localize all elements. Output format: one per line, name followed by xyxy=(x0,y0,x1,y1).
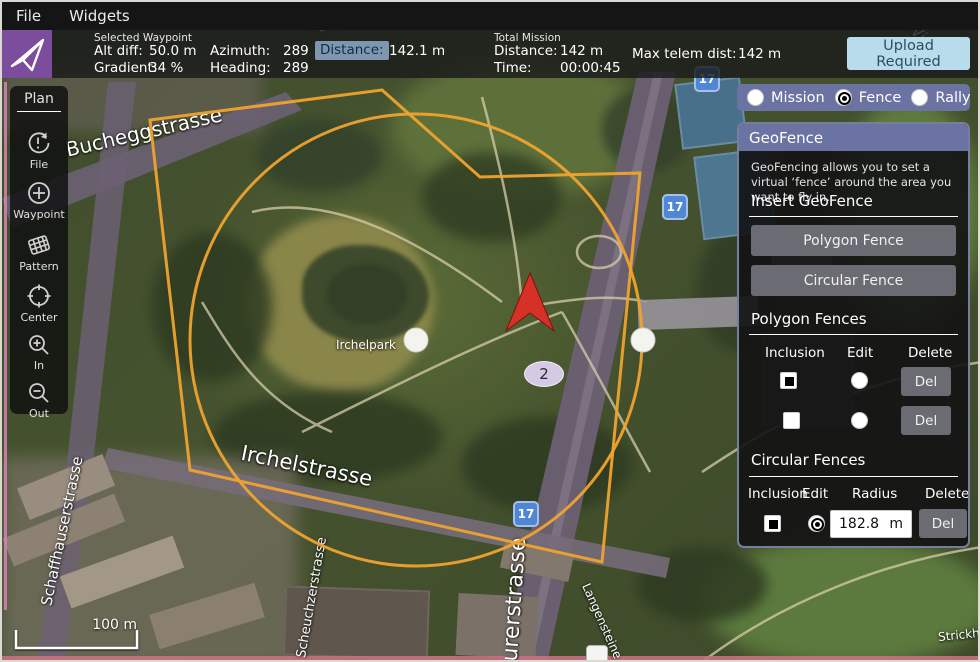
polygon-row1-edit-radio[interactable] xyxy=(851,372,868,389)
circular-radius-field: m xyxy=(830,510,912,538)
zoom-out-icon xyxy=(26,380,52,406)
mode-label: Mission xyxy=(771,90,825,106)
sidebar-item-label: Pattern xyxy=(10,260,68,273)
menu-widgets[interactable]: Widgets xyxy=(55,2,144,30)
menu-bar: File Widgets xyxy=(2,2,980,30)
azimuth-value: 289 xyxy=(283,43,309,59)
alt-diff-label: Alt diff: xyxy=(94,43,143,59)
circular-col-edit: Edit xyxy=(802,486,828,502)
circular-row-inclusion-checkbox[interactable] xyxy=(764,515,781,532)
heading-value: 289 xyxy=(283,60,309,76)
max-telem-value: 142 m xyxy=(738,46,781,62)
paper-plane-icon xyxy=(6,33,48,75)
divider xyxy=(749,334,958,335)
max-telem-label: Max telem dist: xyxy=(632,46,737,62)
polygon-row1-delete-button[interactable]: Del xyxy=(901,367,951,396)
plan-toolbar: Selected Waypoint Alt diff: 50.0 m Gradi… xyxy=(2,30,980,78)
sidebar-item-pattern[interactable]: Pattern xyxy=(10,231,68,273)
circular-col-delete: Delete xyxy=(925,486,969,502)
radius-input[interactable] xyxy=(831,515,883,533)
divider xyxy=(749,216,958,217)
circle-center-handle[interactable] xyxy=(404,328,428,352)
heading-label: Heading: xyxy=(210,60,271,76)
sidebar-item-label: Center xyxy=(10,311,68,324)
mode-label: Rally xyxy=(935,90,970,106)
geofence-panel-title: GeoFence xyxy=(739,124,968,151)
circular-col-inclusion: Inclusion xyxy=(748,486,808,502)
azimuth-label: Azimuth: xyxy=(210,43,270,59)
sidebar-item-label: Out xyxy=(10,407,68,420)
divider xyxy=(749,476,958,477)
sidebar-item-center[interactable]: Center xyxy=(10,282,68,324)
mode-label: Fence xyxy=(859,90,902,106)
insert-geofence-title: Insert GeoFence xyxy=(751,192,873,210)
vehicle-arrow xyxy=(506,273,554,331)
sidebar-item-file[interactable]: File xyxy=(10,129,68,171)
zoom-in-icon xyxy=(26,332,52,358)
sidebar-title: Plan xyxy=(17,86,61,112)
sidebar-item-zoom-in[interactable]: In xyxy=(10,332,68,372)
circular-fence-button[interactable]: Circular Fence xyxy=(751,265,956,296)
radio-mission[interactable] xyxy=(747,89,764,106)
mission-distance-label: Distance: xyxy=(494,43,558,59)
polygon-row1-inclusion-checkbox[interactable] xyxy=(780,372,797,389)
sync-icon xyxy=(25,129,53,157)
distance-value: 142.1 m xyxy=(389,43,445,59)
alt-diff-value: 50.0 m xyxy=(149,43,197,59)
circular-fences-title: Circular Fences xyxy=(751,451,865,469)
app-window: Hirsc Wint Bucheggstrasse Irchelpark Irc… xyxy=(0,0,980,662)
circular-col-radius: Radius xyxy=(852,486,897,502)
polygon-col-edit: Edit xyxy=(847,345,873,361)
gradient-value: 34 % xyxy=(149,60,183,76)
polygon-fence-shape[interactable] xyxy=(150,90,640,562)
radio-fence[interactable] xyxy=(835,89,852,106)
polygon-col-inclusion: Inclusion xyxy=(765,345,825,361)
gradient-label: Gradient: xyxy=(94,60,157,76)
menu-file[interactable]: File xyxy=(2,2,55,30)
polygon-fences-title: Polygon Fences xyxy=(751,310,867,328)
radio-rally[interactable] xyxy=(911,89,928,106)
pattern-icon xyxy=(25,231,53,259)
waypoint-2-badge[interactable]: 2 xyxy=(524,361,564,387)
polygon-row2-inclusion-checkbox[interactable] xyxy=(783,412,800,429)
mode-option-rally[interactable]: Rally xyxy=(911,89,970,106)
polygon-col-delete: Delete xyxy=(908,345,952,361)
mission-distance-value: 142 m xyxy=(560,43,603,59)
mission-time-value: 00:00:45 xyxy=(560,60,621,76)
plan-tools-sidebar: Plan File Waypoint Pattern xyxy=(10,86,68,414)
plan-mode-bar: Mission Fence Rally xyxy=(737,84,970,111)
mode-option-fence[interactable]: Fence xyxy=(835,89,902,106)
sidebar-item-label: In xyxy=(10,359,68,372)
add-waypoint-icon xyxy=(25,179,53,207)
radius-unit: m xyxy=(889,516,911,532)
sidebar-item-waypoint[interactable]: Waypoint xyxy=(10,179,68,221)
polygon-fence-button[interactable]: Polygon Fence xyxy=(751,225,956,256)
circle-radius-handle[interactable] xyxy=(631,328,655,352)
upload-required-button[interactable]: Upload Required xyxy=(847,37,970,70)
sidebar-item-zoom-out[interactable]: Out xyxy=(10,380,68,420)
geofence-panel: GeoFence GeoFencing allows you to set a … xyxy=(737,122,970,548)
sidebar-item-label: File xyxy=(10,158,68,171)
map-scale-label: 100 m xyxy=(62,617,137,633)
app-logo[interactable] xyxy=(2,30,52,78)
mission-time-label: Time: xyxy=(494,60,532,76)
polygon-row2-delete-button[interactable]: Del xyxy=(901,406,951,435)
distance-label: Distance: xyxy=(315,41,389,60)
circular-row-edit-radio[interactable] xyxy=(808,515,825,532)
circular-row-delete-button[interactable]: Del xyxy=(919,509,967,538)
sidebar-item-label: Waypoint xyxy=(10,208,68,221)
center-crosshair-icon xyxy=(25,282,53,310)
polygon-row2-edit-radio[interactable] xyxy=(851,412,868,429)
mode-option-mission[interactable]: Mission xyxy=(747,89,825,106)
